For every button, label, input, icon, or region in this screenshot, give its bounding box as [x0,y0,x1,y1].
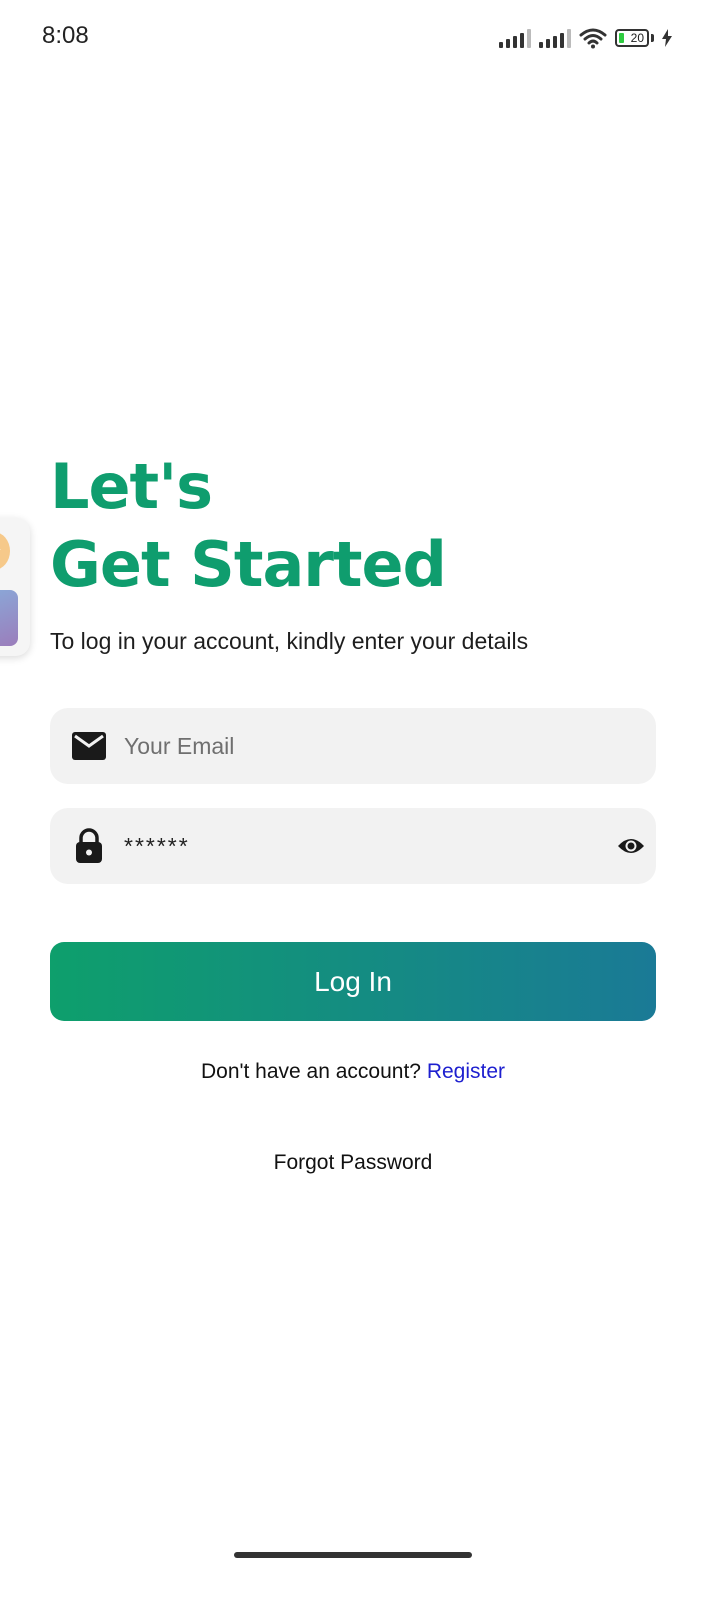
status-icons: 20 [499,26,672,50]
register-prompt: Don't have an account? Register [0,1060,706,1084]
status-bar: 8:08 20 [0,0,720,76]
title-line-1: Let's [50,450,213,523]
battery-icon: 20 [615,29,649,47]
floating-app-icon[interactable] [0,590,18,646]
title-line-2: Get Started [50,528,447,601]
signal-icon [499,28,531,48]
page-title: Let's Get Started [50,448,447,604]
floating-coin-icon[interactable]: ★ [0,532,10,570]
register-prompt-text: Don't have an account? [200,1060,421,1083]
email-input[interactable] [124,708,656,784]
mail-icon [70,732,108,760]
battery-level: 20 [630,31,644,45]
eye-icon[interactable] [616,836,646,856]
signal-icon-2 [539,28,571,48]
forgot-password-link[interactable]: Forgot Password [0,1151,706,1175]
home-indicator[interactable] [234,1552,472,1558]
register-link[interactable]: Register [427,1060,505,1083]
password-field[interactable] [50,808,656,884]
floating-widget-panel[interactable]: ★ [0,518,30,656]
battery-cap [651,34,654,42]
password-input[interactable] [124,808,616,884]
lock-icon [70,828,108,864]
status-time: 8:08 [42,22,89,49]
page-subtitle: To log in your account, kindly enter you… [50,628,529,654]
wifi-icon [579,28,607,49]
charging-icon [662,29,672,47]
login-button[interactable]: Log In [50,942,656,1021]
email-field[interactable] [50,708,656,784]
